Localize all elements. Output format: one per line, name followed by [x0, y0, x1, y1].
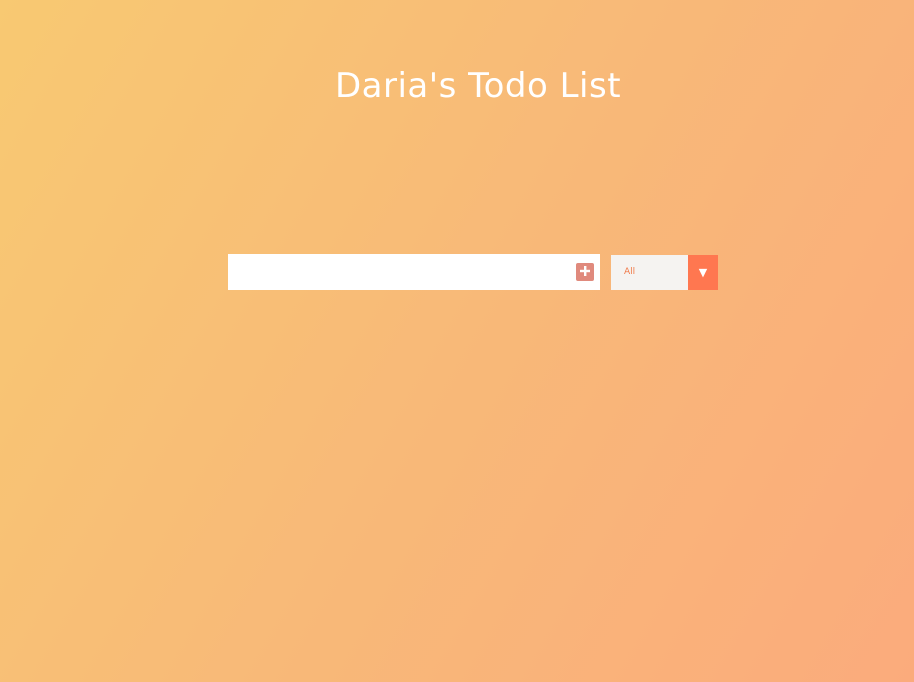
filter-selected-value: All	[624, 266, 636, 277]
todo-form: All ▼	[228, 254, 718, 290]
plus-square-icon	[579, 265, 591, 280]
todo-input-wrapper	[228, 254, 600, 290]
filter-select[interactable]: All ▼	[611, 254, 718, 290]
chevron-down-icon[interactable]: ▼	[688, 254, 718, 290]
todo-input[interactable]	[228, 254, 600, 290]
page-title: Daria's Todo List	[334, 66, 622, 106]
add-todo-button[interactable]	[576, 263, 594, 281]
